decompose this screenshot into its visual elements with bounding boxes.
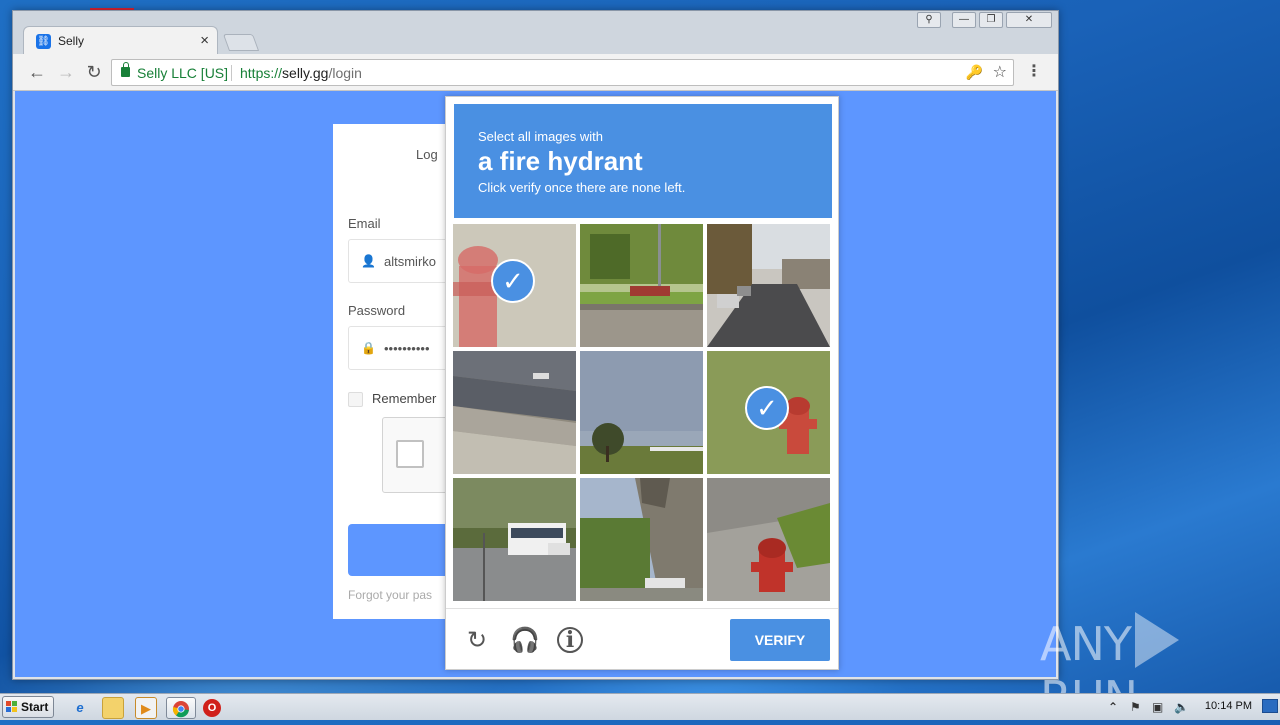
browser-toolbar: ← → ↻ Selly LLC [US] https://selly.gg/lo… (13, 54, 1058, 91)
media-player-icon[interactable]: ▶ (135, 697, 157, 719)
explorer-folder-icon[interactable] (102, 697, 124, 719)
address-bar[interactable]: Selly LLC [US] https://selly.gg/login 🔑 … (111, 59, 1014, 86)
back-icon[interactable]: ← (26, 61, 48, 83)
url-path: /login (328, 65, 362, 81)
captcha-footer: ↻ 🎧 i VERIFY (446, 608, 838, 670)
password-value: •••••••••• (384, 341, 430, 356)
captcha-header: Select all images with a fire hydrant Cl… (454, 104, 832, 218)
audio-icon[interactable]: 🎧 (510, 627, 540, 655)
info-icon[interactable]: i (557, 627, 583, 653)
selly-icon: ⛓ (36, 34, 51, 49)
play-icon (1134, 612, 1179, 668)
restore-button[interactable]: ❐ (979, 12, 1003, 28)
captcha-grid: ✓ ✓ (453, 224, 833, 604)
windows-flag-icon (6, 701, 17, 712)
page-viewport: Log Email 👤 altsmirko Password 🔒 •••••••… (15, 91, 1056, 677)
new-tab-button[interactable] (222, 34, 260, 51)
browser-menu-icon[interactable]: ⋮ (1026, 62, 1042, 82)
captcha-tile-8[interactable] (580, 478, 703, 601)
verify-button[interactable]: VERIFY (730, 619, 830, 661)
close-window-button[interactable]: ✕ (1006, 12, 1052, 28)
captcha-tile-4[interactable] (453, 351, 576, 474)
tray-expand-icon[interactable]: ⌃ (1108, 700, 1118, 714)
captcha-tile-9[interactable] (707, 478, 830, 601)
email-value: altsmirko (384, 254, 437, 269)
taskbar: Start e ▶ O ⌃ ⚑ ▣ 🔈 10:14 PM (0, 693, 1280, 720)
forgot-password-link[interactable]: Forgot your pas (348, 588, 432, 602)
internet-explorer-icon[interactable]: e (69, 697, 91, 719)
captcha-target: a fire hydrant (478, 146, 643, 176)
remember-checkbox[interactable] (348, 392, 363, 407)
captcha-challenge: Select all images with a fire hydrant Cl… (445, 96, 839, 670)
title-bar[interactable]: ⛓ Selly × ⚲ — ❐ ✕ (13, 11, 1058, 54)
tab-close-icon[interactable]: × (200, 32, 209, 49)
user-icon: 👤 (361, 254, 376, 268)
minimize-button[interactable]: — (952, 12, 976, 28)
system-tray: ⌃ ⚑ ▣ 🔈 10:14 PM (1102, 694, 1280, 721)
captcha-hint: Click verify once there are none left. (478, 180, 686, 195)
clock[interactable]: 10:14 PM (1205, 700, 1252, 712)
url-host: selly.gg (282, 65, 329, 81)
start-button[interactable]: Start (2, 696, 54, 718)
action-center-flag-icon[interactable]: ⚑ (1130, 700, 1141, 714)
captcha-instruction: Select all images with (478, 129, 603, 144)
window-controls: ⚲ — ❐ ✕ (917, 12, 1052, 28)
recaptcha-checkbox[interactable] (396, 440, 424, 468)
volume-icon[interactable]: 🔈 (1174, 700, 1189, 714)
reload-icon[interactable]: ↻ (463, 627, 491, 655)
selected-check-icon: ✓ (745, 386, 789, 430)
forward-icon[interactable]: → (55, 61, 77, 83)
tab-selly[interactable]: ⛓ Selly × (23, 26, 218, 54)
url-text[interactable]: https://selly.gg/login (240, 65, 362, 81)
remember-label: Remember (372, 391, 437, 406)
key-icon[interactable]: 🔑 (966, 64, 983, 81)
email-label: Email (348, 216, 381, 231)
watermark-left: ANY (1040, 617, 1132, 671)
password-label: Password (348, 303, 406, 318)
captcha-tile-6[interactable]: ✓ (707, 351, 830, 474)
selected-check-icon: ✓ (491, 259, 535, 303)
network-icon[interactable]: ▣ (1152, 700, 1163, 714)
security-label: Selly LLC [US] (137, 65, 229, 81)
chrome-taskbar-icon[interactable] (166, 697, 196, 719)
start-label: Start (21, 700, 49, 714)
captcha-tile-7[interactable] (453, 478, 576, 601)
captcha-tile-2[interactable] (580, 224, 703, 347)
reload-page-icon[interactable]: ↻ (83, 61, 105, 83)
captcha-tile-5[interactable] (580, 351, 703, 474)
user-profile-icon[interactable]: ⚲ (917, 12, 941, 28)
divider (231, 65, 232, 81)
tab-title: Selly (58, 34, 85, 48)
browser-window: ⛓ Selly × ⚲ — ❐ ✕ ← → ↻ Selly LLC [US] h… (12, 10, 1059, 680)
url-scheme: https:// (240, 65, 283, 81)
login-title: Log (416, 147, 438, 162)
show-desktop-button[interactable] (1262, 699, 1278, 713)
captcha-tile-1[interactable]: ✓ (453, 224, 576, 347)
opera-icon[interactable]: O (203, 699, 221, 717)
lock-field-icon: 🔒 (361, 341, 376, 355)
bookmark-star-icon[interactable]: ☆ (993, 62, 1007, 82)
lock-icon (121, 62, 130, 77)
captcha-tile-3[interactable] (707, 224, 830, 347)
